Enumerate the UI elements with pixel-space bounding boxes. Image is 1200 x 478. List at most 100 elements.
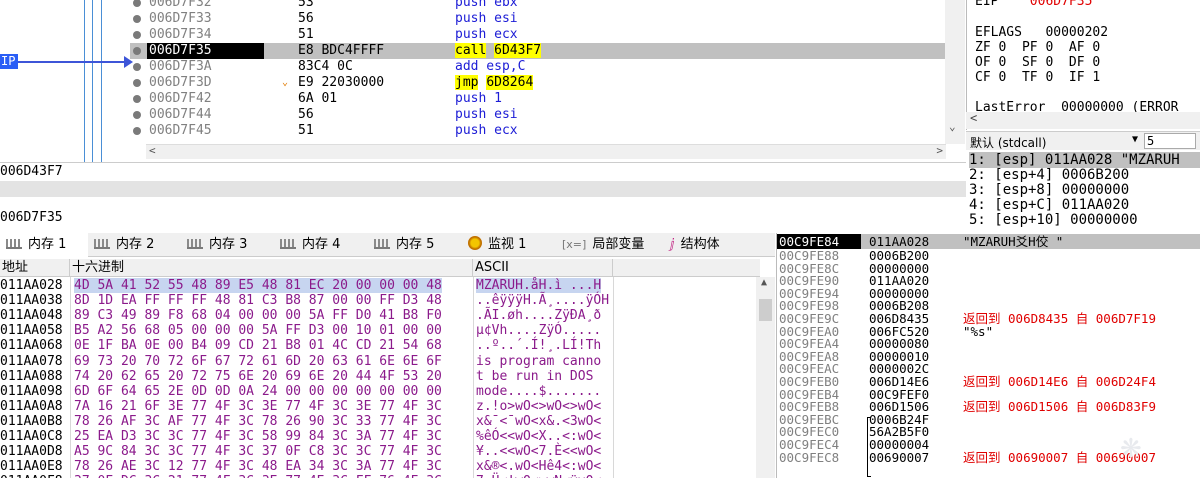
tab-memory-2[interactable]: 内存 2	[94, 233, 182, 257]
tab-memory-4[interactable]: 内存 4	[280, 233, 368, 257]
dump-ascii[interactable]: x&¯<¯wO<x&.<3wO<	[476, 414, 601, 429]
dump-row[interactable]: 011AA0B8 78 26 AF 3C AF 77 4F 3C 78 26 90…	[0, 414, 760, 429]
dump-hex[interactable]: 8D 1D EA FF FF FF 48 81 C3 B8 87 00 00 F…	[74, 293, 442, 308]
flags-row[interactable]: CF 0 TF 0 IF 1	[975, 70, 1100, 85]
column-header-ascii[interactable]: ASCII	[473, 259, 613, 277]
dump-hex[interactable]: 25 EA D3 3C 3C 77 4F 3C 58 99 84 3C 3A 7…	[74, 429, 442, 444]
instruction-address[interactable]: 006D7F32	[149, 0, 212, 11]
stack-row[interactable]: 00C9FEA0 006FC520 "%s"	[777, 325, 1200, 338]
tab-struct[interactable]: ⅉ 结构体	[670, 233, 750, 257]
stack-row[interactable]: 00C9FEA8 00000010	[777, 350, 1200, 363]
instruction-address[interactable]: 006D7F34	[149, 27, 212, 43]
arg-row[interactable]: 2: [esp+4] 0006B200	[969, 167, 1129, 183]
disasm-horizontal-scrollbar[interactable]: < >	[146, 144, 946, 159]
dump-ascii[interactable]: ..êÿÿÿH.Ã¸....ÿÓH	[476, 293, 609, 308]
dump-hex[interactable]: 6D 6F 64 65 2E 0D 0D 0A 24 00 00 00 00 0…	[74, 384, 442, 399]
dropdown-arrow-icon[interactable]: ▼	[1132, 134, 1138, 145]
breakpoint-dot-icon[interactable]	[133, 47, 141, 55]
dump-ascii[interactable]: 7.Ü<!wO<>wN<ÿvO<	[476, 474, 601, 478]
disasm-row[interactable]: 006D7F33 56 push esi	[130, 11, 945, 27]
scroll-thumb[interactable]	[759, 299, 772, 321]
instruction-address[interactable]: 006D7F42	[149, 91, 212, 107]
dump-address[interactable]: 011AA088	[0, 369, 63, 384]
stack-address[interactable]: 00C9FE84	[777, 234, 861, 249]
dump-address[interactable]: 011AA0D8	[0, 444, 63, 459]
dump-hex[interactable]: 69 73 20 70 72 6F 67 72 61 6D 20 63 61 6…	[74, 354, 442, 369]
breakpoint-dot-icon[interactable]	[133, 79, 141, 87]
dump-row[interactable]: 011AA028 4D 5A 41 52 55 48 89 E5 48 81 EC…	[0, 278, 760, 293]
dump-ascii[interactable]: ¥..<<wO<7.È<<wO<	[476, 444, 601, 459]
dump-hex[interactable]: 89 C3 49 89 F8 68 04 00 00 00 5A FF D0 4…	[74, 308, 442, 323]
stack-row[interactable]: 00C9FE88 0006B200	[777, 249, 1200, 262]
instruction-bytes[interactable]: E8 BDC4FFFF	[298, 43, 384, 59]
dump-row[interactable]: 011AA058 B5 A2 56 68 05 00 00 00 5A FF D3…	[0, 323, 760, 338]
register-eip-value[interactable]: 006D7F35	[1030, 0, 1093, 9]
disasm-row[interactable]: 006D7F45 51 push ecx	[130, 123, 945, 139]
arg-row[interactable]: 4: [esp+C] 011AA020	[969, 197, 1129, 213]
dump-address[interactable]: 011AA028	[0, 278, 63, 293]
dump-ascii[interactable]: t be run in DOS	[476, 369, 601, 384]
instruction-bytes[interactable]: 51	[298, 123, 314, 139]
disasm-row[interactable]: 006D7F3A 83C4 0C add esp,C	[130, 59, 945, 75]
instruction-text[interactable]: call 6D43F7	[455, 43, 542, 59]
dump-address[interactable]: 011AA068	[0, 338, 63, 353]
breakpoint-dot-icon[interactable]	[133, 127, 141, 135]
instruction-bytes[interactable]: 51	[298, 27, 314, 43]
scroll-left-icon[interactable]: <	[149, 144, 156, 157]
disasm-row[interactable]: 006D7F32 53 push ebx	[130, 0, 945, 11]
instruction-text[interactable]: push 1	[455, 91, 502, 107]
dump-row[interactable]: 011AA0A8 7A 16 21 6F 3E 77 4F 3C 3E 77 4F…	[0, 399, 760, 414]
dump-address[interactable]: 011AA0A8	[0, 399, 63, 414]
instruction-address[interactable]: 006D7F3D	[149, 75, 212, 91]
dump-vertical-scrollbar[interactable]: ▲	[756, 277, 775, 478]
stack-row[interactable]: 00C9FEA4 00000080	[777, 337, 1200, 350]
stack-row[interactable]: 00C9FEB8 006D1506 返回到 006D1506 自 006D83F9	[777, 400, 1200, 413]
operand[interactable]: 6D43F7	[494, 43, 542, 58]
instruction-text[interactable]: push ebx	[455, 0, 518, 11]
register-eip[interactable]: EIP 006D7F35	[975, 0, 1092, 9]
instruction-bytes[interactable]: 6A 01	[298, 91, 337, 107]
stack-row[interactable]: 00C9FE8C 00000000	[777, 262, 1200, 275]
dump-hex[interactable]: 4D 5A 41 52 55 48 89 E5 48 81 EC 20 00 0…	[74, 278, 442, 293]
breakpoint-dot-icon[interactable]	[133, 111, 141, 119]
dump-ascii[interactable]: x&®<.wO<Hê4<:wO<	[476, 459, 601, 474]
instruction-bytes[interactable]: 83C4 0C	[298, 59, 353, 75]
dump-address[interactable]: 011AA0B8	[0, 414, 63, 429]
disasm-row[interactable]: 006D7F44 56 push esi	[130, 107, 945, 123]
tab-memory-5[interactable]: 内存 5	[374, 233, 462, 257]
tab-locals[interactable]: [x=] 局部变量	[562, 233, 652, 257]
dump-hex[interactable]: 74 20 62 65 20 72 75 6E 20 69 6E 20 44 4…	[74, 369, 442, 384]
instruction-text[interactable]: push esi	[455, 107, 518, 123]
scroll-right-icon[interactable]: >	[936, 144, 943, 157]
flags-row[interactable]: ZF 0 PF 0 AF 0	[975, 40, 1100, 55]
arg-count-select[interactable]: 5	[1144, 133, 1196, 149]
arg-row[interactable]: 5: [esp+10] 00000000	[969, 212, 1138, 228]
dump-ascii[interactable]: %êÓ<<wO<X..<:wO<	[476, 429, 601, 444]
stack-address[interactable]: 00C9FEC8	[779, 451, 839, 464]
instruction-bytes[interactable]: 56	[298, 11, 314, 27]
disasm-vertical-scrollbar[interactable]: ⌄	[945, 0, 965, 144]
disasm-row[interactable]: 006D7F3D ⌄ E9 22030000 jmp 6D8264	[130, 75, 945, 91]
stack-pane[interactable]: 00C9FE84 011AA028 "MZARUH爻H佼 " 00C9FE88 0006…	[776, 233, 1200, 478]
instruction-text[interactable]: jmp 6D8264	[455, 75, 534, 91]
dump-address[interactable]: 011AA0F8	[0, 474, 63, 478]
breakpoint-dot-icon[interactable]	[133, 15, 141, 23]
dump-ascii[interactable]: is program canno	[476, 354, 601, 369]
dump-row[interactable]: 011AA0C8 25 EA D3 3C 3C 77 4F 3C 58 99 84…	[0, 429, 760, 444]
dump-ascii[interactable]: µ¢Vh....ZÿÓ.....	[476, 323, 601, 338]
instruction-text[interactable]: push ecx	[455, 27, 518, 43]
register-eflags[interactable]: EFLAGS 00000202	[975, 25, 1108, 40]
column-header-hex[interactable]: 十六进制	[70, 259, 473, 277]
dump-hex[interactable]: 37 0F DC 3C 21 77 4F 3C 3E 77 4E 3C FF 7…	[74, 474, 442, 478]
stack-row[interactable]: 00C9FE90 011AA020	[777, 274, 1200, 287]
instruction-address[interactable]: 006D7F3A	[149, 59, 212, 75]
instruction-text[interactable]: add esp,C	[455, 59, 525, 75]
instruction-address[interactable]: 006D7F44	[149, 107, 212, 123]
column-header-address[interactable]: 地址	[0, 259, 70, 277]
flags-row[interactable]: OF 0 SF 0 DF 0	[975, 55, 1100, 70]
dump-row[interactable]: 011AA088 74 20 62 65 20 72 75 6E 20 69 6E…	[0, 369, 760, 384]
registers-pane[interactable]: EIP 006D7F35 EFLAGS 00000202 ZF 0 PF 0 A…	[966, 0, 1200, 130]
dump-ascii[interactable]: .ÃI.øh....ZÿÐA¸ð	[476, 308, 601, 323]
scroll-down-icon[interactable]: ⌄	[949, 120, 956, 133]
arguments-pane[interactable]: 1: [esp] 011AA028 "MZARUH 2: [esp+4] 000…	[966, 150, 1200, 232]
